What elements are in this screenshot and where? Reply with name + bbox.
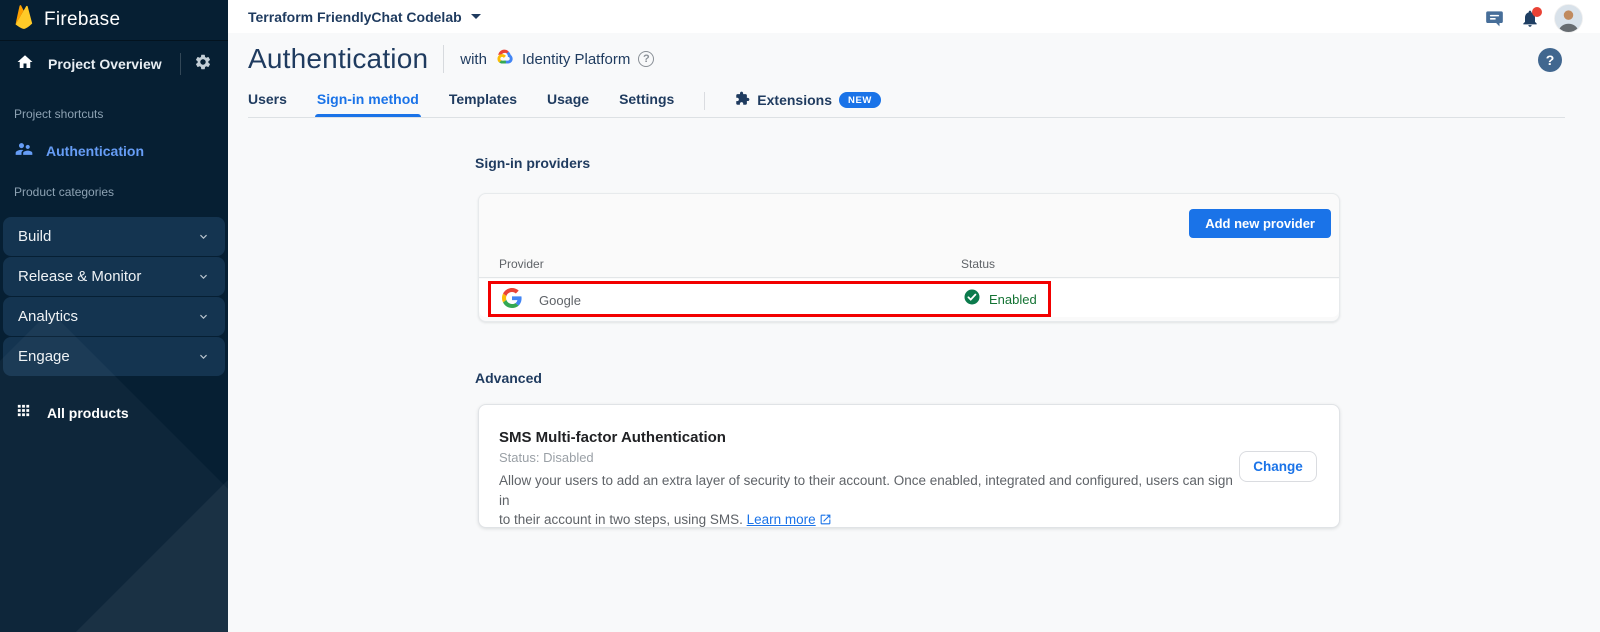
google-logo-icon: [502, 288, 522, 313]
provider-row-google[interactable]: Google Enabled: [479, 279, 1339, 317]
project-switcher[interactable]: Terraform FriendlyChat Codelab: [248, 0, 481, 33]
divider: [180, 53, 181, 75]
provider-name: Google: [539, 293, 581, 308]
sidebar-item-project-overview[interactable]: Project Overview: [0, 41, 228, 87]
status-text: Enabled: [989, 292, 1037, 307]
google-cloud-icon: [495, 49, 514, 70]
divider: [704, 92, 705, 110]
external-link-icon: [819, 513, 832, 526]
help-circle-icon[interactable]: ?: [1538, 48, 1562, 72]
chevron-down-icon: [197, 270, 210, 283]
tab-sign-in-method[interactable]: Sign-in method: [317, 91, 419, 117]
tab-bar: Users Sign-in method Templates Usage Set…: [248, 91, 881, 119]
home-icon: [16, 53, 34, 76]
page-header: Authentication with Identity Platform ? …: [228, 33, 1600, 118]
sms-card-title: SMS Multi-factor Authentication: [499, 429, 726, 446]
tab-usage[interactable]: Usage: [547, 91, 589, 117]
product-categories-label: Product categories: [0, 185, 228, 199]
tab-extensions[interactable]: Extensions NEW: [735, 91, 881, 119]
notification-badge: [1532, 7, 1542, 17]
sidebar: Firebase Project Overview Project shortc…: [0, 0, 228, 632]
sms-status-line: Status: Disabled: [499, 450, 594, 465]
chevron-down-icon: [197, 230, 210, 243]
tab-templates[interactable]: Templates: [449, 91, 517, 117]
people-icon: [14, 139, 34, 164]
sidebar-item-release-monitor[interactable]: Release & Monitor: [3, 257, 225, 296]
firebase-flame-icon: [14, 4, 34, 36]
gear-icon[interactable]: [194, 53, 212, 76]
table-header: Provider Status: [479, 250, 1339, 278]
release-notes-icon[interactable]: [1484, 8, 1505, 28]
sms-description: Allow your users to add an extra layer o…: [499, 471, 1244, 530]
provider-cell: Google: [502, 288, 581, 313]
tab-users[interactable]: Users: [248, 91, 287, 117]
caret-down-icon: [471, 14, 481, 19]
with-label: with: [460, 51, 487, 68]
chevron-down-icon: [197, 310, 210, 323]
provider-column-header: Provider: [499, 257, 544, 271]
add-new-provider-button[interactable]: Add new provider: [1189, 209, 1331, 238]
sidebar-item-build[interactable]: Build: [3, 217, 225, 256]
project-name: Terraform FriendlyChat Codelab: [248, 9, 462, 25]
sidebar-item-authentication[interactable]: Authentication: [0, 138, 228, 164]
help-outline-icon[interactable]: ?: [638, 51, 654, 67]
status-cell: Enabled: [963, 288, 1037, 311]
notifications-bell-icon[interactable]: [1520, 8, 1540, 29]
change-button[interactable]: Change: [1239, 451, 1317, 482]
firebase-logo-row[interactable]: Firebase: [0, 0, 228, 41]
topbar: Terraform FriendlyChat Codelab: [228, 0, 1600, 33]
topbar-icons: [1484, 0, 1582, 36]
authentication-shortcut-label: Authentication: [46, 143, 144, 159]
identity-platform-label: Identity Platform: [522, 51, 630, 68]
advanced-title: Advanced: [475, 370, 542, 386]
description-line-2: to their account in two steps, using SMS…: [499, 512, 743, 527]
page-title: Authentication: [248, 43, 428, 75]
status-column-header: Status: [961, 257, 995, 271]
check-circle-icon: [963, 288, 981, 311]
description-line-1: Allow your users to add an extra layer o…: [499, 471, 1244, 510]
divider: [443, 45, 444, 73]
tabs-underline: [248, 117, 1565, 118]
new-badge: NEW: [839, 92, 881, 108]
avatar[interactable]: [1555, 5, 1582, 32]
project-overview-label: Project Overview: [48, 56, 180, 72]
brand-text: Firebase: [44, 9, 120, 31]
tab-settings[interactable]: Settings: [619, 91, 674, 117]
sms-mfa-card: SMS Multi-factor Authentication Status: …: [478, 404, 1340, 528]
puzzle-icon: [735, 91, 750, 109]
extensions-label: Extensions: [757, 92, 832, 108]
main-content: Sign-in providers Add new provider Provi…: [228, 118, 1600, 632]
learn-more-link[interactable]: Learn more: [747, 512, 816, 527]
providers-card: Add new provider Provider Status Google: [478, 193, 1340, 322]
chevron-down-icon: [197, 350, 210, 363]
sign-in-providers-title: Sign-in providers: [475, 155, 590, 171]
title-row: Authentication with Identity Platform ?: [248, 43, 654, 75]
project-shortcuts-label: Project shortcuts: [0, 107, 228, 121]
